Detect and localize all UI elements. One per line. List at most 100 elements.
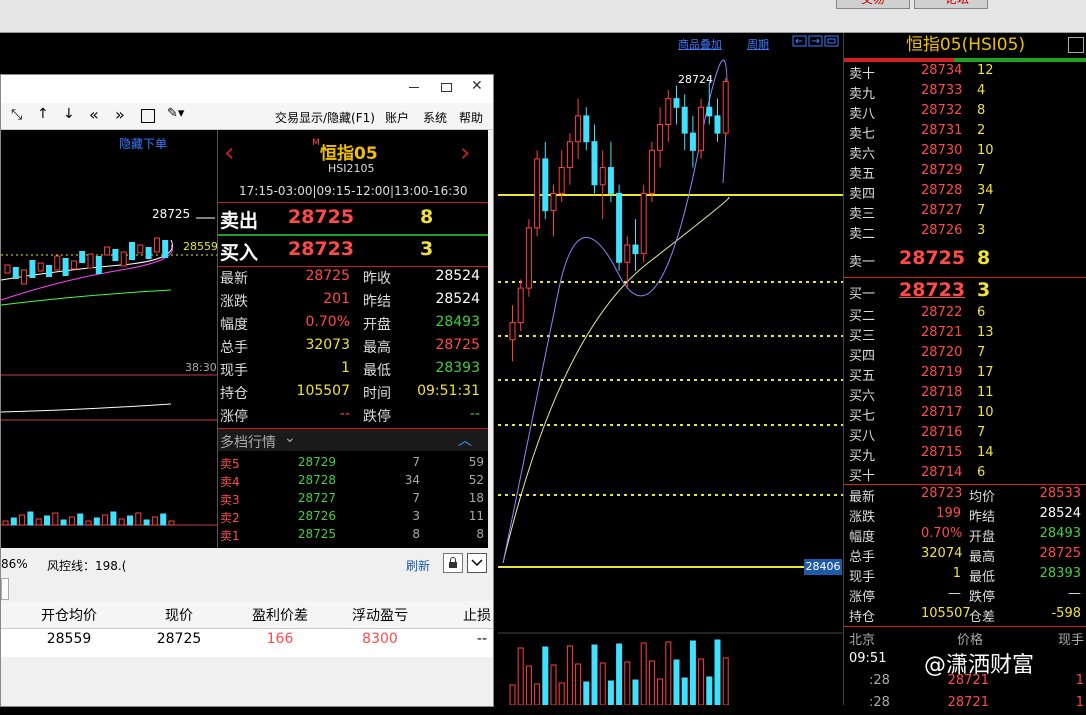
tick-hand: 1 [1075,695,1084,710]
mini-candle [153,237,160,253]
ask-vol: 34 [977,183,994,198]
buy-price: 28723 [288,238,355,260]
status-percent: 86% [1,557,28,571]
dropdown-button[interactable] [467,553,487,573]
lock-icon [449,557,457,568]
th-open-avg[interactable]: 开仓均价 [11,605,127,627]
ask-row[interactable]: 卖九 28733 4 [849,83,1084,103]
lock-button[interactable] [443,553,463,573]
td-stop-loss: -- [476,631,487,647]
collapse-icon[interactable]: ︿ [458,430,472,450]
candle-body [525,227,532,289]
ask-row[interactable]: 卖七 28731 2 [849,123,1084,143]
trade-tab-button[interactable]: 交易 [836,0,910,9]
main-kline-chart[interactable]: 商品叠加 周期 28724 28406 [498,33,843,705]
sell-row[interactable]: 卖出 28725 8 [220,206,486,232]
buy-row[interactable]: 买入 28723 3 [220,238,486,264]
ask-vol: 3 [977,223,986,238]
volume-bar [673,659,680,705]
mini-volume [160,513,167,526]
bid-row[interactable]: 买五 28719 17 [849,365,1084,385]
ask-row[interactable]: 卖八 28732 8 [849,103,1084,123]
bid-row[interactable]: 买三 28721 13 [849,325,1084,345]
sell-price: 28725 [288,206,355,228]
menu-system[interactable]: 系统 [423,109,447,126]
ask-price: 28727 [921,203,963,218]
volume-bar [607,680,614,705]
bid-row[interactable]: 买七 28717 10 [849,405,1084,425]
double-right-icon[interactable]: » [115,105,125,124]
stat-label-2: 仓差 [969,610,996,625]
order-stat-value-2: 28725 [435,337,480,353]
depth-header[interactable]: 多档行情 ⌄ ︿ [218,429,488,451]
ask-price: 28728 [921,183,963,198]
bid-row[interactable]: 买八 28716 7 [849,425,1084,445]
depth-row[interactable]: 卖4 28728 34 52 [220,473,486,491]
ask-row[interactable]: 卖十 28734 12 [849,63,1084,83]
ask1-row[interactable]: 卖一 28725 8 [849,247,1084,273]
volume-bar [722,657,729,705]
candle-body [616,192,623,263]
shrink-icon[interactable]: ⤡ [11,107,22,123]
depth-cell: 18 [468,491,484,505]
ticks-city: 北京 [849,633,876,648]
stat-value-2: 28725 [1039,546,1081,561]
refresh-link[interactable]: 刷新 [406,557,430,574]
forum-tab-label: 论坛 [945,0,969,7]
expand-icon[interactable]: ⌄ [284,430,296,446]
arrow-down-icon[interactable]: ↓ [63,106,75,122]
th-profit-spread[interactable]: 盈利价差 [231,605,329,627]
menu-account[interactable]: 账户 [385,109,409,126]
th-stop-loss[interactable]: 止损 [431,605,491,627]
tick-row: :28 28721 1 [849,695,1084,715]
mini-volumes [2,511,175,526]
order-stat-value-2: 28393 [435,360,480,376]
order-stat-row: 最新 28725 昨收 28524 [220,268,486,291]
depth-cell: 28726 [297,509,336,523]
td-open-avg: 28559 [46,631,92,647]
next-instrument-icon[interactable]: › [460,138,470,168]
th-float-pnl[interactable]: 浮动盈亏 [331,605,429,627]
bid-row[interactable]: 买十 28714 6 [849,465,1084,485]
prev-instrument-icon[interactable]: ‹ [224,138,234,168]
grid-icon[interactable] [141,109,155,123]
ask-row[interactable]: 卖五 28729 7 [849,163,1084,183]
maximize-icon[interactable] [441,83,452,92]
depth-row[interactable]: 卖2 28726 3 11 [220,509,486,527]
mini-volume [118,518,125,526]
depth-row[interactable]: 卖1 28725 8 8 [220,527,486,545]
instrument-code: HSI2105 [328,162,375,175]
menu-help[interactable]: 帮助 [459,109,483,126]
volume-bar [542,646,549,705]
forum-tab-button[interactable]: 论坛 [914,0,988,9]
volume-bar [714,639,721,705]
menu-toggle-display[interactable]: 交易显示/隐藏(F1) [275,109,375,126]
depth-cell: 卖2 [220,511,240,525]
ask-row[interactable]: 卖二 28726 3 [849,223,1084,243]
minimize-icon[interactable] [409,87,419,88]
volume-bar [566,645,573,705]
th-current[interactable]: 现价 [129,605,229,627]
ask-row[interactable]: 卖六 28730 10 [849,143,1084,163]
bid-row[interactable]: 买九 28715 14 [849,445,1084,465]
bid-row[interactable]: 买二 28722 6 [849,305,1084,325]
arrow-up-icon[interactable]: ↑ [37,106,49,122]
ask-row[interactable]: 卖三 28727 7 [849,203,1084,223]
bid-row[interactable]: 买四 28720 7 [849,345,1084,365]
mini-chart[interactable]: 隐藏下单 28725 28559 38:30 [1,130,218,548]
depth-row[interactable]: 卖3 28727 7 18 [220,491,486,509]
close-icon[interactable]: ✕ [471,78,483,94]
ask-row[interactable]: 卖四 28728 34 [849,183,1084,203]
depth-row[interactable]: 卖5 28729 7 59 [220,455,486,473]
mini-volume [102,514,109,526]
bid-label: 买五 [849,369,876,384]
order-stat-label: 持仓 [220,386,248,402]
pen-icon[interactable]: ✎▾ [167,106,184,121]
position-table: 开仓均价 现价 盈利价差 浮动盈亏 止损 28559 28725 166 830… [1,601,493,657]
double-left-icon[interactable]: « [89,105,99,124]
quote-panel-toggle-icon[interactable] [1068,37,1084,53]
bid-row[interactable]: 买六 28718 11 [849,385,1084,405]
bid-label: 买九 [849,449,876,464]
stat-label-2: 最低 [969,570,996,585]
bid1-row[interactable]: 买一 28723 3 [849,279,1084,305]
